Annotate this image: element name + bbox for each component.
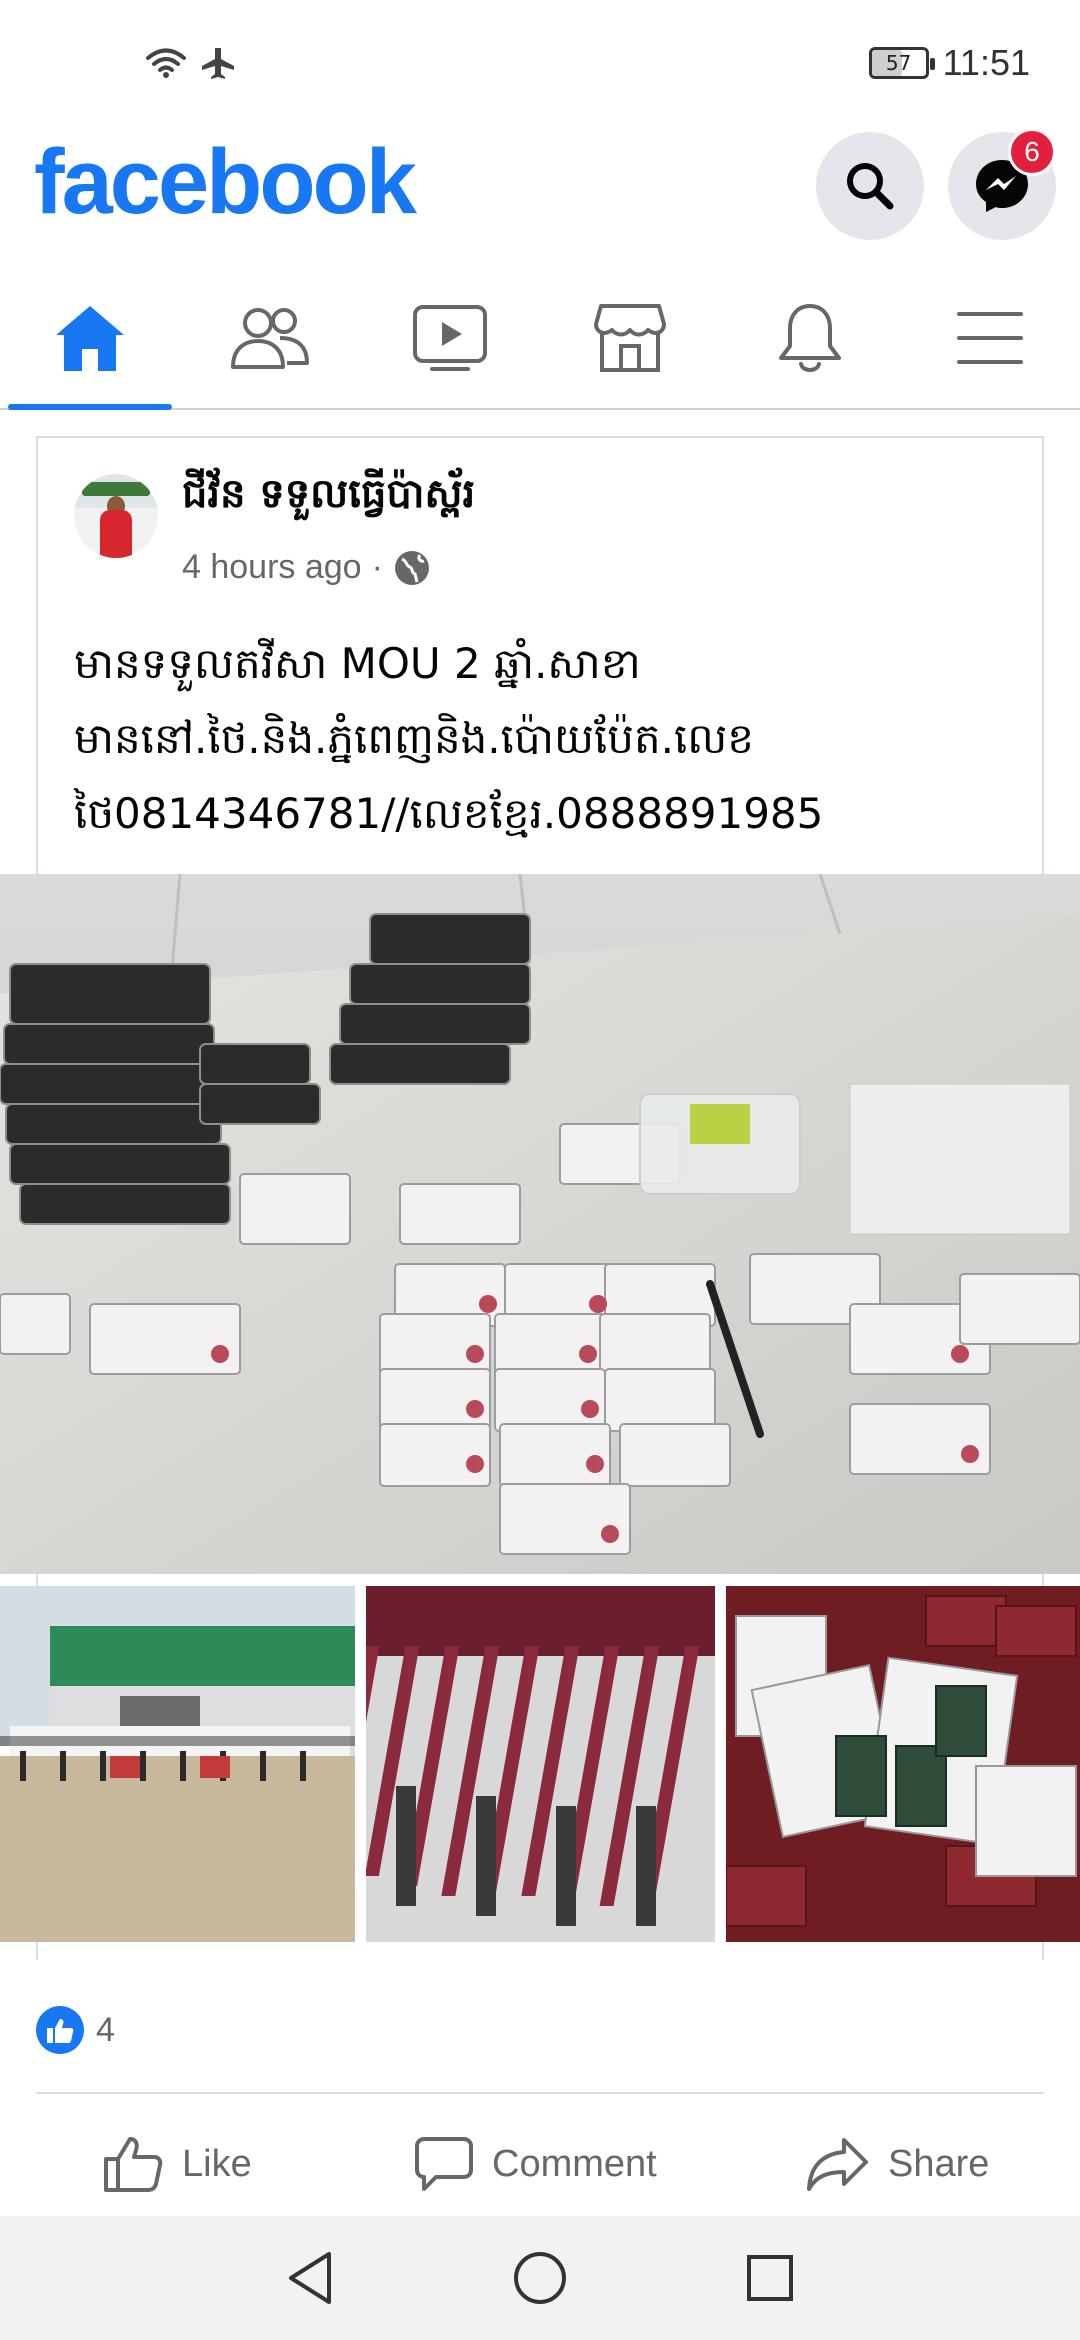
avatar[interactable] [74, 474, 158, 558]
meta-separator: · [371, 548, 383, 586]
bell-icon [779, 304, 841, 372]
recents-button[interactable] [738, 2246, 802, 2310]
like-label: Like [182, 2142, 252, 2185]
post-time[interactable]: 4 hours ago [182, 548, 362, 587]
share-label: Share [888, 2142, 990, 2185]
photo-id-cards-on-table [0, 874, 1080, 1574]
tab-menu[interactable] [908, 270, 1072, 406]
reactions-bar[interactable]: 4 [36, 2006, 115, 2054]
main-nav [0, 270, 1080, 410]
post-text-line: មានទទួលតវីសា MOU 2 ឆ្នាំ.សាខា [74, 639, 641, 688]
post-photo-documents[interactable] [726, 1586, 1080, 1942]
like-icon [104, 2137, 163, 2192]
status-bar: 57 11:51 [0, 0, 1080, 130]
tab-marketplace[interactable] [548, 270, 712, 406]
search-button[interactable] [816, 132, 924, 240]
watch-icon [413, 305, 487, 371]
search-icon [847, 163, 894, 210]
photo-passports-picture [366, 1586, 715, 1942]
tab-watch[interactable] [368, 270, 532, 406]
battery-icon: 57 [868, 47, 935, 79]
status-icons-left [146, 46, 236, 80]
status-icons-right: 57 11:51 [868, 42, 1030, 84]
recents-square-icon [747, 2255, 793, 2301]
divider [36, 2092, 1044, 2094]
back-button[interactable] [278, 2246, 342, 2310]
facebook-logo[interactable]: facebook [34, 136, 417, 228]
friends-icon [231, 308, 309, 369]
app-header: facebook 6 [0, 128, 1080, 250]
messenger-badge: 6 [1008, 128, 1056, 176]
post-text-line: ថៃ0814346781//លេខខ្មែរ.0888891985 [74, 789, 824, 838]
system-nav-bar [0, 2216, 1080, 2340]
clock: 11:51 [942, 42, 1030, 83]
photo-group-picture [0, 1586, 355, 1942]
home-icon [56, 306, 124, 371]
airplane-icon [202, 48, 234, 79]
comment-label: Comment [492, 2142, 657, 2185]
post-author[interactable]: ជីវ័ន ទទួលធ្វើប៉ាស្ព័រ [182, 468, 475, 527]
tab-home[interactable] [8, 270, 172, 410]
home-nav-button[interactable] [508, 2246, 572, 2310]
photo-documents-picture [726, 1586, 1080, 1942]
post-actions: Like Comment Share [0, 2110, 1080, 2218]
reactions-count: 4 [96, 2010, 115, 2049]
post-text: មានទទួលតវីសា MOU 2 ឆ្នាំ.សាខា មាននៅ.ថៃ.ន… [74, 626, 1014, 851]
hamburger-menu-icon [957, 312, 1023, 364]
post-photo-main[interactable] [0, 874, 1080, 1574]
tab-friends[interactable] [188, 270, 352, 406]
post-text-line: មាននៅ.ថៃ.និង.ភ្នំពេញនិង.ប៉ោយប៉ែត.លេខ [74, 714, 754, 763]
share-icon [807, 2138, 868, 2191]
back-triangle-icon [289, 2252, 331, 2304]
battery-level: 57 [885, 51, 912, 75]
comment-button[interactable]: Comment [414, 2110, 657, 2218]
marketplace-icon [594, 304, 666, 372]
post-photo-passports[interactable] [366, 1586, 715, 1942]
share-button[interactable]: Share [806, 2110, 989, 2218]
comment-icon [415, 2137, 473, 2191]
post-meta: 4 hours ago · [182, 548, 431, 587]
wifi-icon [146, 48, 186, 78]
like-reaction-icon [36, 2006, 84, 2054]
messenger-button[interactable]: 6 [948, 128, 1056, 240]
post-photo-group[interactable] [0, 1586, 355, 1942]
globe-icon [394, 550, 429, 585]
home-circle-icon [514, 2252, 566, 2304]
tab-notifications[interactable] [728, 270, 892, 406]
like-button[interactable]: Like [102, 2110, 252, 2218]
